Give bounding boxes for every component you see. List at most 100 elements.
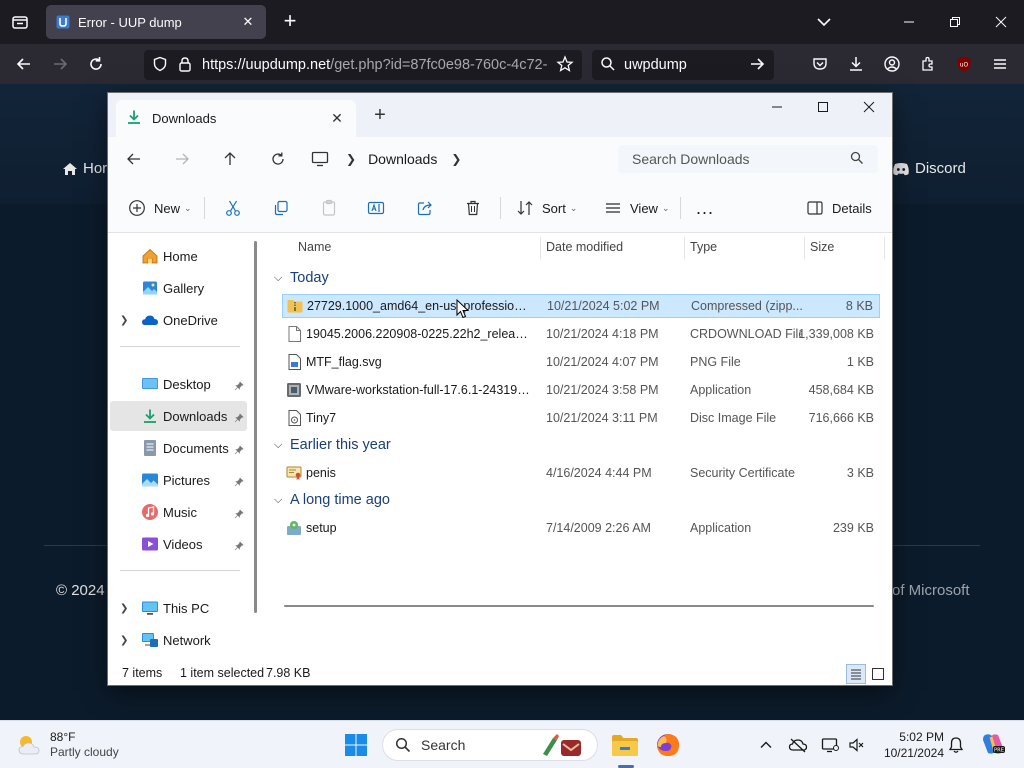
firefox-taskbar-icon[interactable]: [652, 729, 684, 761]
explorer-refresh-icon[interactable]: [266, 147, 290, 171]
minimize-icon[interactable]: [886, 0, 932, 44]
nav-item-home[interactable]: Home: [110, 241, 247, 271]
notification-bell-icon[interactable]: [946, 735, 966, 755]
explorer-search-input[interactable]: Search Downloads: [632, 151, 850, 167]
nav-item-onedrive[interactable]: ❯ OneDrive: [110, 305, 247, 335]
nav-item-videos[interactable]: Videos: [110, 529, 247, 559]
paste-button[interactable]: [318, 195, 340, 221]
downloads-icon[interactable]: [844, 52, 868, 76]
onedrive-tray-icon[interactable]: [788, 735, 808, 755]
rename-button[interactable]: [365, 195, 387, 221]
back-arrow-icon[interactable]: [12, 52, 36, 76]
url-text[interactable]: https://uupdump.net/get.php?id=87fc0e98-…: [202, 57, 556, 73]
copilot-icon[interactable]: PRE: [980, 731, 1006, 757]
nav-item-desktop[interactable]: Desktop: [110, 369, 247, 399]
nav-item-gallery[interactable]: Gallery: [110, 273, 247, 303]
share-button[interactable]: [414, 195, 436, 221]
column-header-date[interactable]: Date modified: [546, 233, 623, 261]
extensions-icon[interactable]: [916, 52, 940, 76]
webpage-home-link[interactable]: Hor: [62, 160, 107, 177]
explorer-back-icon[interactable]: [122, 147, 146, 171]
new-button[interactable]: New ⌄: [126, 195, 192, 221]
explorer-search-box[interactable]: Search Downloads: [618, 145, 878, 173]
close-icon[interactable]: [978, 0, 1024, 44]
breadcrumb[interactable]: ❯ Downloads ❯: [310, 146, 610, 172]
explorer-new-tab-icon[interactable]: +: [370, 105, 390, 125]
chevron-down-icon[interactable]: ⌵: [274, 439, 288, 452]
nav-item-pictures[interactable]: Pictures: [110, 465, 247, 495]
nav-pane-scrollbar[interactable]: [254, 241, 257, 613]
go-arrow-icon[interactable]: [748, 55, 766, 76]
details-view-icon[interactable]: [846, 664, 866, 684]
horizontal-scrollbar[interactable]: [284, 605, 874, 607]
tiles-view-icon[interactable]: [868, 664, 888, 684]
search-input[interactable]: uwpdump: [624, 57, 748, 73]
bookmark-star-icon[interactable]: [556, 54, 574, 76]
file-row[interactable]: 19045.2006.220908-0225.22h2_release_svc.…: [282, 322, 880, 346]
chevron-right-icon[interactable]: ❯: [120, 603, 128, 614]
forward-arrow-icon[interactable]: [48, 52, 72, 76]
tab-list-icon[interactable]: [8, 10, 32, 34]
delete-button[interactable]: [462, 195, 484, 221]
new-tab-icon[interactable]: +: [278, 10, 302, 34]
details-pane-button[interactable]: Details: [804, 195, 872, 221]
breadcrumb-downloads[interactable]: Downloads: [368, 151, 437, 167]
copy-button[interactable]: [270, 195, 292, 221]
group-header-earlier[interactable]: ⌵ Earlier this year: [274, 433, 391, 457]
column-divider[interactable]: [540, 237, 541, 259]
file-row[interactable]: Tiny7 10/21/2024 3:11 PM Disc Image File…: [282, 406, 880, 430]
chevron-right-icon[interactable]: ❯: [346, 152, 356, 166]
lock-icon[interactable]: [178, 56, 192, 75]
search-bar[interactable]: uwpdump: [592, 50, 774, 80]
account-icon[interactable]: [880, 52, 904, 76]
windows-start-icon[interactable]: [344, 733, 368, 757]
restore-icon[interactable]: [932, 0, 978, 44]
shield-icon[interactable]: [152, 56, 168, 75]
this-pc-icon[interactable]: [310, 149, 330, 169]
chevron-right-icon[interactable]: ❯: [120, 315, 128, 326]
nav-item-this-pc[interactable]: ❯ This PC: [110, 593, 247, 623]
tab-close-icon[interactable]: ✕: [240, 14, 256, 30]
file-row[interactable]: VMware-workstation-full-17.6.1-24319023 …: [282, 378, 880, 402]
explorer-close-icon[interactable]: [846, 93, 892, 121]
explorer-up-icon[interactable]: [218, 147, 242, 171]
cut-button[interactable]: [222, 195, 244, 221]
file-row[interactable]: 27729.1000_amd64_en-us_professional_8...…: [282, 294, 880, 318]
group-header-long-ago[interactable]: ⌵ A long time ago: [274, 488, 390, 512]
nav-item-network[interactable]: ❯ Network: [110, 625, 247, 655]
hamburger-menu-icon[interactable]: [988, 52, 1012, 76]
list-all-tabs-icon[interactable]: [814, 12, 834, 32]
url-bar[interactable]: https://uupdump.net/get.php?id=87fc0e98-…: [144, 50, 582, 80]
more-options-button[interactable]: ...: [696, 195, 714, 221]
column-divider[interactable]: [804, 237, 805, 259]
webpage-discord-link[interactable]: Discord: [892, 160, 966, 177]
explorer-tab-downloads[interactable]: Downloads ✕: [116, 100, 356, 137]
column-header-size[interactable]: Size: [810, 233, 834, 261]
chevron-down-icon[interactable]: ⌵: [274, 494, 288, 507]
file-row[interactable]: setup 7/14/2009 2:26 AM Application 239 …: [282, 516, 880, 540]
reload-icon[interactable]: [84, 52, 108, 76]
show-hidden-icons-chevron-icon[interactable]: [756, 735, 776, 755]
explorer-tab-close-icon[interactable]: ✕: [328, 110, 346, 127]
explorer-minimize-icon[interactable]: [754, 93, 800, 121]
weather-widget[interactable]: 88°F Partly cloudy: [16, 729, 119, 761]
column-header-name[interactable]: Name: [298, 233, 331, 261]
taskbar-search-box[interactable]: Search: [382, 729, 598, 761]
nav-item-music[interactable]: Music: [110, 497, 247, 527]
file-row[interactable]: MTF_flag.svg 10/21/2024 4:07 PM PNG File…: [282, 350, 880, 374]
chevron-right-icon[interactable]: ❯: [451, 152, 461, 166]
pocket-icon[interactable]: [808, 52, 832, 76]
file-explorer-taskbar-icon[interactable]: [609, 729, 641, 761]
nav-item-downloads[interactable]: Downloads: [110, 401, 247, 431]
view-button[interactable]: View ⌄: [602, 195, 670, 221]
explorer-forward-icon[interactable]: [170, 147, 194, 171]
chevron-right-icon[interactable]: ❯: [120, 635, 128, 646]
ublock-origin-icon[interactable]: uO: [952, 52, 976, 76]
volume-muted-icon[interactable]: [846, 735, 866, 755]
column-header-type[interactable]: Type: [690, 233, 717, 261]
explorer-maximize-icon[interactable]: [800, 93, 846, 121]
file-row[interactable]: penis 4/16/2024 4:44 PM Security Certifi…: [282, 461, 880, 485]
display-tray-icon[interactable]: [820, 735, 840, 755]
column-divider[interactable]: [684, 237, 685, 259]
system-clock[interactable]: 5:02 PM 10/21/2024: [874, 729, 944, 761]
